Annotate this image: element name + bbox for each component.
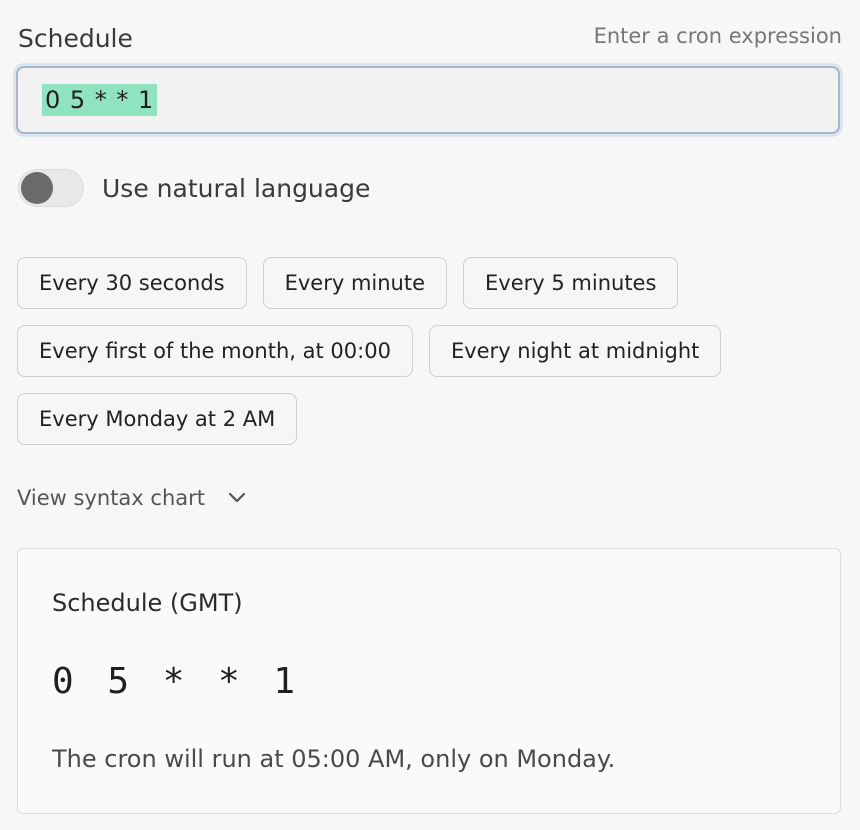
toggle-knob [21,172,53,204]
preset-every-night-midnight[interactable]: Every night at midnight [428,325,722,377]
preset-every-30-seconds[interactable]: Every 30 seconds [17,257,247,309]
view-syntax-chart-label: View syntax chart [17,486,205,510]
preset-every-first-of-month[interactable]: Every first of the month, at 00:00 [17,325,413,377]
preset-row: Every 30 seconds Every minute Every 5 mi… [17,257,777,309]
natural-language-row: Use natural language [18,168,370,208]
preset-list: Every 30 seconds Every minute Every 5 mi… [17,257,777,461]
preset-every-minute[interactable]: Every minute [262,257,448,309]
schedule-label-row: Schedule Enter a cron expression [18,22,842,58]
preset-row: Every first of the month, at 00:00 Every… [17,325,777,377]
cron-expression-input[interactable]: 0 5 * * 1 [16,66,840,134]
preset-every-5-minutes[interactable]: Every 5 minutes [463,257,679,309]
preset-every-monday-2am[interactable]: Every Monday at 2 AM [17,393,298,445]
schedule-label: Schedule [18,24,133,53]
schedule-hint: Enter a cron expression [593,24,842,48]
view-syntax-chart-toggle[interactable]: View syntax chart [17,486,247,510]
summary-cron-expression: 0 5 * * 1 [52,661,302,702]
summary-description: The cron will run at 05:00 AM, only on M… [52,745,616,773]
summary-title: Schedule (GMT) [52,589,243,617]
cron-input-selected-text[interactable]: 0 5 * * 1 [42,84,158,116]
chevron-down-icon [228,492,246,503]
schedule-summary-card: Schedule (GMT) 0 5 * * 1 The cron will r… [17,548,841,814]
natural-language-label[interactable]: Use natural language [102,174,370,203]
preset-row: Every Monday at 2 AM [17,393,777,445]
natural-language-toggle[interactable] [18,169,84,207]
